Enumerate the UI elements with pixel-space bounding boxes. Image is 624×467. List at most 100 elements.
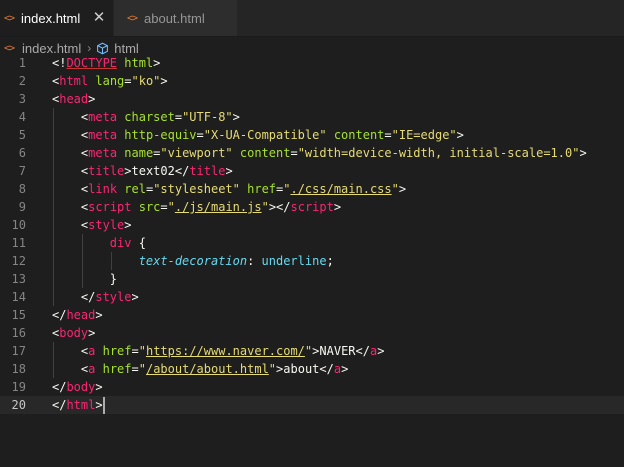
tab-index-html[interactable]: <> index.html ✕	[0, 0, 113, 36]
code-line[interactable]: 5 <meta http-equiv="X-UA-Compatible" con…	[0, 126, 624, 144]
code-token: ;	[326, 254, 334, 268]
line-number: 20	[11, 398, 26, 412]
code-line[interactable]: 16 <body>	[0, 324, 624, 342]
line-number: 3	[18, 92, 26, 106]
line-number: 8	[18, 182, 26, 196]
code-text: }	[52, 270, 117, 288]
code-token: =	[131, 362, 139, 376]
code-token: href	[239, 182, 277, 196]
code-token: ./css/main.css	[290, 182, 392, 196]
code-token: >	[88, 92, 96, 106]
code-token: </	[319, 362, 334, 376]
code-token: >	[88, 326, 96, 340]
code-line[interactable]: 6 <meta name="viewport" content="width=d…	[0, 144, 624, 162]
code-token: body	[66, 380, 96, 394]
code-token: :	[247, 254, 262, 268]
code-token: =	[196, 128, 204, 142]
tab-label: index.html	[21, 10, 81, 26]
line-number: 1	[18, 56, 26, 70]
code-token: "viewport"	[160, 146, 233, 160]
code-token: >	[398, 182, 407, 196]
code-editor[interactable]: 1 <!DOCTYPE html> 2 <html lang="ko"> 3 <head>…	[0, 54, 624, 467]
code-token: https://www.naver.com/	[145, 344, 305, 358]
code-line[interactable]: 2 <html lang="ko">	[0, 72, 624, 90]
tab-bar: <> index.html ✕ <> about.html	[0, 0, 624, 37]
code-line[interactable]: 7 <title>text02</title>	[0, 162, 624, 180]
code-line[interactable]: 10 <style>	[0, 216, 624, 234]
line-number: 7	[18, 164, 26, 178]
code-line[interactable]: 12 text-decoration: underline;	[0, 252, 624, 270]
line-number: 10	[11, 218, 26, 232]
code-text: <title>text02</title>	[52, 162, 233, 180]
code-token: >	[232, 110, 240, 124]
line-number: 9	[18, 200, 26, 214]
line-number: 15	[11, 308, 26, 322]
code-line[interactable]: 15 </head>	[0, 306, 624, 324]
code-line[interactable]: 20 </html>	[0, 396, 624, 414]
code-line[interactable]: 4 <meta charset="UTF-8">	[0, 108, 624, 126]
code-token: =	[124, 74, 132, 88]
code-token: div	[109, 236, 132, 250]
code-token: >	[124, 218, 132, 232]
html-file-icon: <>	[3, 12, 15, 24]
code-line[interactable]: 9 <script src="./js/main.js"></script>	[0, 198, 624, 216]
code-token: http-equiv	[117, 128, 197, 142]
code-text: div {	[52, 234, 146, 252]
tab-label: about.html	[144, 10, 205, 26]
code-text: <body>	[52, 324, 95, 342]
code-token: charset	[117, 110, 175, 124]
code-line[interactable]: 19 </body>	[0, 378, 624, 396]
code-line[interactable]: 14 </style>	[0, 288, 624, 306]
code-token: content	[232, 146, 291, 160]
code-token: >	[153, 56, 161, 70]
code-token: "UTF-8"	[182, 110, 233, 124]
code-token: text-decoration	[138, 254, 248, 268]
code-line[interactable]: 1 <!DOCTYPE html>	[0, 54, 624, 72]
code-line[interactable]: 3 <head>	[0, 90, 624, 108]
code-text: </style>	[52, 288, 139, 306]
code-line[interactable]: 8 <link rel="stylesheet" href="./css/mai…	[0, 180, 624, 198]
line-number: 13	[11, 272, 26, 286]
code-token: >	[225, 164, 233, 178]
code-token: href	[95, 344, 132, 358]
code-line[interactable]: 13 }	[0, 270, 624, 288]
code-line[interactable]: 11 div {	[0, 234, 624, 252]
code-token: rel	[117, 182, 146, 196]
code-text: <head>	[52, 90, 95, 108]
code-token: "	[167, 200, 175, 214]
code-token: meta	[88, 110, 118, 124]
code-text: </body>	[52, 378, 103, 396]
text-cursor	[102, 397, 105, 414]
code-token: >	[95, 380, 103, 394]
code-token: ></	[268, 200, 291, 214]
code-token: meta	[88, 128, 118, 142]
code-token: >	[160, 74, 168, 88]
code-text: <a href="https://www.naver.com/">NAVER</…	[52, 342, 385, 360]
code-token: >	[456, 128, 464, 142]
code-text: <meta http-equiv="X-UA-Compatible" conte…	[52, 126, 464, 144]
code-token: </	[174, 164, 190, 178]
line-number: 17	[11, 344, 26, 358]
code-text: <a href="/about/about.html">about</a>	[52, 360, 348, 378]
code-line[interactable]: 18 <a href="/about/about.html">about</a>	[0, 360, 624, 378]
code-token: >	[95, 398, 103, 412]
indent-guide	[110, 252, 112, 270]
close-icon[interactable]: ✕	[92, 9, 106, 26]
code-text: <link rel="stylesheet" href="./css/main.…	[52, 180, 406, 198]
code-token: </	[52, 308, 67, 322]
code-token: >	[124, 164, 132, 178]
code-token: "X-UA-Compatible"	[203, 128, 327, 142]
code-line[interactable]: 17 <a href="https://www.naver.com/">NAVE…	[0, 342, 624, 360]
tab-about-html[interactable]: <> about.html	[113, 0, 237, 36]
code-token: "width=device-width, initial-scale=1.0"	[297, 146, 580, 160]
code-token: {	[131, 236, 146, 250]
line-number: 18	[11, 362, 26, 376]
